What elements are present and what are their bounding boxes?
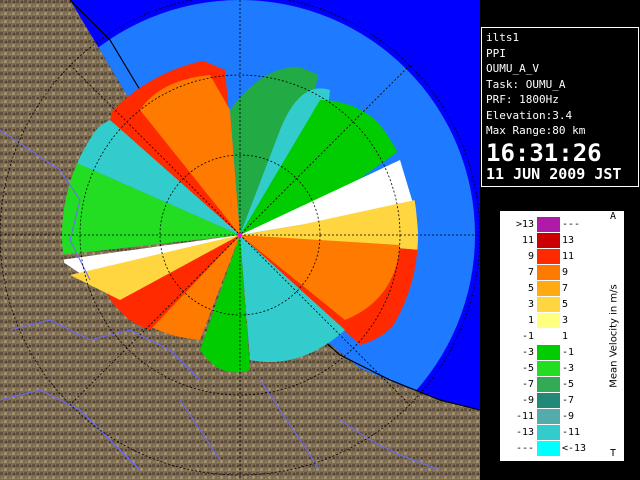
- legend-row-lower: -3: [521, 347, 534, 358]
- prf-value: PRF: 1800Hz: [486, 93, 559, 106]
- task-name: Task: OUMU_A: [486, 77, 566, 91]
- legend-swatch: [537, 345, 560, 360]
- legend-row-lower: -9: [521, 395, 534, 406]
- legend-swatch: [537, 425, 560, 440]
- radar-map[interactable]: [0, 0, 480, 480]
- legend-row-lower: 9: [527, 251, 534, 262]
- legend-swatch: [537, 441, 560, 456]
- legend-row: 57: [500, 281, 610, 296]
- radar-site: [238, 233, 242, 237]
- legend-row-upper: 3: [562, 315, 569, 326]
- legend-row-upper: 13: [562, 235, 575, 246]
- legend-swatch: [537, 393, 560, 408]
- legend-row: -3 -1: [500, 345, 610, 360]
- legend-swatch: [537, 297, 560, 312]
- velocity-legend: >13 --- 11 13 9 11 7 9 5 7 3 5 1 3 -1 1 -3 -1 -5 -3 -7 -5 -9 -7…: [499, 210, 625, 462]
- legend-row-lower: >13: [515, 219, 534, 230]
- scan-date: 11 JUN 2009 JST: [486, 164, 622, 183]
- legend-row-upper: -7: [562, 395, 575, 406]
- legend-swatch: [537, 329, 560, 344]
- product-name: OUMU_A_V: [486, 62, 539, 75]
- legend-swatch: [537, 377, 560, 392]
- legend-row-upper: 1: [562, 331, 569, 342]
- legend-row: -7 -5: [500, 377, 610, 392]
- legend-row: 9 11: [500, 249, 610, 264]
- legend-row: -11 -9: [500, 409, 610, 424]
- legend-row-lower: -11: [515, 411, 534, 422]
- legend-row-lower: 1: [527, 315, 534, 326]
- legend-swatch: [537, 233, 560, 248]
- legend-row-upper: 7: [562, 283, 569, 294]
- legend-swatch: [537, 409, 560, 424]
- scan-type: PPI: [486, 46, 506, 60]
- legend-row-upper: -5: [562, 379, 575, 390]
- legend-swatch: [537, 281, 560, 296]
- legend-row-lower: 3: [527, 299, 534, 310]
- legend-row: 13: [500, 313, 610, 328]
- legend-swatch: [537, 313, 560, 328]
- legend-row: -13 -11: [500, 425, 610, 440]
- legend-top-mark: A: [610, 211, 617, 222]
- legend-swatch: [537, 249, 560, 264]
- legend-row-upper: -1: [562, 347, 575, 358]
- legend-swatch: [537, 217, 560, 232]
- legend-row-upper: -9: [562, 411, 575, 422]
- legend-row: -5 -3: [500, 361, 610, 376]
- legend-row: 11 13: [500, 233, 610, 248]
- legend-row-upper: 5: [562, 299, 569, 310]
- legend-row-lower: 5: [527, 283, 534, 294]
- legend-row: --- <-13: [500, 441, 610, 456]
- legend-row-lower: 11: [521, 235, 534, 246]
- legend-row: -1 1: [500, 329, 610, 344]
- legend-swatch: [537, 265, 560, 280]
- legend-row-upper: -11: [562, 427, 581, 438]
- elevation-value: Elevation:3.4: [486, 108, 573, 122]
- legend-row-lower: -7: [521, 379, 534, 390]
- legend-swatch: [537, 361, 560, 376]
- scan-info-panel: ilts1 PPI OUMU_A_V Task: OUMU_A PRF: 180…: [481, 27, 639, 187]
- legend-row-upper: ---: [562, 219, 581, 230]
- legend-row-upper: -3: [562, 363, 575, 374]
- legend-title: Mean Velocity in m/s: [608, 284, 620, 388]
- scan-time: 16:31:26: [486, 138, 602, 167]
- legend-title-column: A Mean Velocity in m/s T: [606, 211, 622, 461]
- legend-row-lower: ---: [515, 443, 534, 454]
- legend-row: 79: [500, 265, 610, 280]
- site-name: ilts1: [486, 31, 520, 44]
- legend-row: 35: [500, 297, 610, 312]
- legend-row: >13 ---: [500, 217, 610, 232]
- legend-row-lower: -1: [521, 331, 534, 342]
- legend-row: -9 -7: [500, 393, 610, 408]
- legend-row-upper: <-13: [562, 443, 587, 454]
- legend-row-lower: -13: [515, 427, 534, 438]
- max-range-value: Max Range:80 km: [486, 124, 586, 137]
- legend-row-upper: 11: [562, 251, 575, 262]
- legend-row-upper: 9: [562, 267, 569, 278]
- legend-row-lower: 7: [527, 267, 534, 278]
- legend-bottom-mark: T: [610, 448, 617, 459]
- legend-row-lower: -5: [521, 363, 534, 374]
